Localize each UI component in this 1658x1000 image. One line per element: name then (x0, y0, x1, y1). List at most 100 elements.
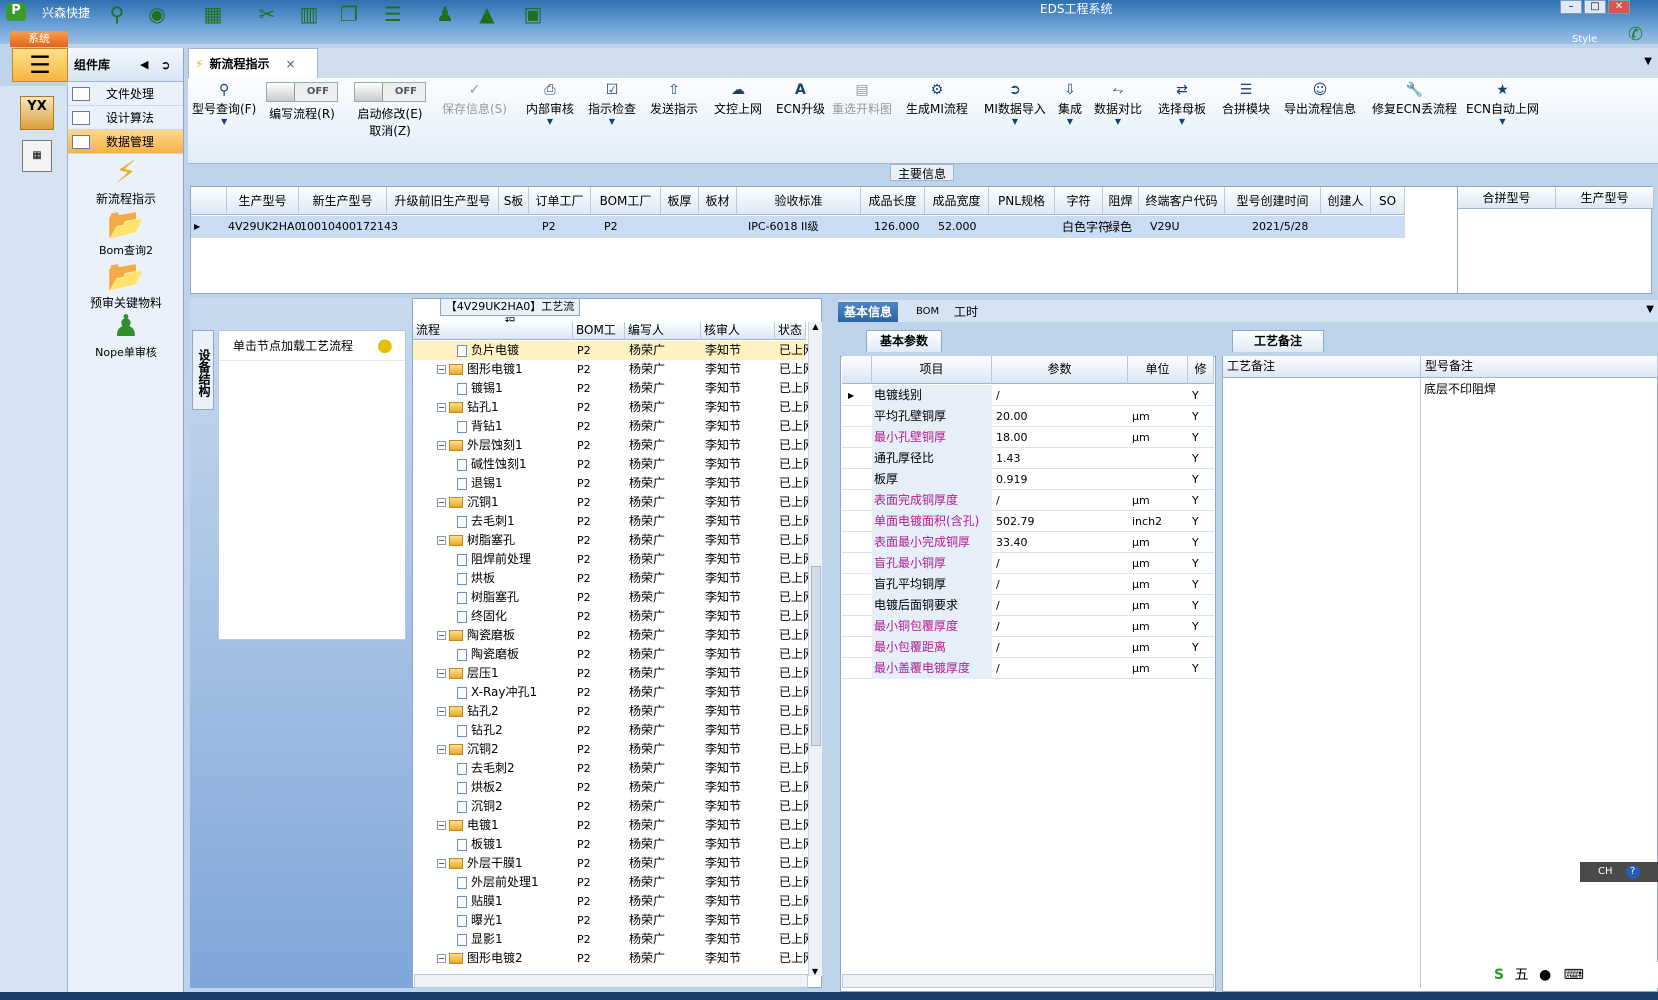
tree-cell[interactable]: 已上网 (779, 911, 809, 930)
param-cell-unit[interactable]: μm (1130, 406, 1188, 427)
column-header[interactable]: 型号创建时间 (1225, 187, 1321, 215)
param-cell-value[interactable]: 502.79 (994, 511, 1128, 532)
tab-work-hours[interactable]: 工时 (948, 302, 984, 322)
param-cell-value[interactable]: / (994, 385, 1128, 406)
tree-cell[interactable]: P2 (577, 436, 629, 455)
start-modify-toggle[interactable]: OFF 启动修改(E) 取消(Z) (354, 82, 426, 139)
tree-cell[interactable]: 李知节 (705, 721, 779, 740)
collapse-icon[interactable]: − (437, 669, 446, 678)
tree-row[interactable]: 终固化 P2杨荣广李知节已上网 (413, 607, 809, 626)
tree-cell[interactable]: 杨荣广 (629, 474, 705, 493)
chevron-down-icon[interactable]: ▼ (1644, 56, 1652, 67)
param-cell-value[interactable]: / (994, 658, 1128, 679)
tree-cell[interactable]: 杨荣广 (629, 740, 705, 759)
tree-row[interactable]: 钻孔2 P2杨荣广李知节已上网 (413, 721, 809, 740)
model-query-button[interactable]: ⚲ 型号查询(F) ▼ (192, 82, 256, 135)
param-row[interactable]: 通孔厚径比 1.43 Y (842, 448, 1214, 469)
column-header[interactable]: 成品宽度 (925, 187, 989, 215)
param-cell-unit[interactable]: μm (1130, 490, 1188, 511)
tree-cell[interactable]: 杨荣广 (629, 797, 705, 816)
param-row[interactable]: 盲孔最小铜厚 / μm Y (842, 553, 1214, 574)
tree-cell[interactable]: 李知节 (705, 930, 779, 949)
tree-cell[interactable]: 李知节 (705, 778, 779, 797)
grid-icon[interactable]: ▦ (200, 2, 226, 26)
mi-import-button[interactable]: ➲ MI数据导入 ▼ (984, 82, 1046, 135)
collapse-icon[interactable]: − (437, 859, 446, 868)
tab-bom[interactable]: BOM (910, 302, 945, 322)
tree-cell[interactable]: 李知节 (705, 360, 779, 379)
monitor-icon[interactable]: ▣ (520, 2, 546, 26)
copy-icon[interactable]: ❐ (336, 2, 362, 26)
tree-cell[interactable]: 杨荣广 (629, 360, 705, 379)
tree-row[interactable]: 树脂塞孔 P2杨荣广李知节已上网 (413, 588, 809, 607)
collapse-icon[interactable]: − (437, 821, 446, 830)
tree-node-name[interactable]: 碱性蚀刻1 (457, 455, 573, 474)
column-header[interactable]: 新生产型号 (299, 187, 387, 215)
tree-cell[interactable]: 杨荣广 (629, 531, 705, 550)
tree-cell[interactable]: 杨荣广 (629, 436, 705, 455)
tree-node-name[interactable]: 烘板2 (457, 778, 573, 797)
ime-tray[interactable]: S 五 ● ⌨ (1490, 962, 1658, 988)
toggle-switch[interactable]: OFF (354, 82, 426, 102)
tree-node-name[interactable]: 陶瓷磨板 (457, 645, 573, 664)
grid-cell[interactable]: IPC-6018 II级 (745, 216, 819, 238)
column-header[interactable]: PNL规格 (989, 187, 1055, 215)
tree-cell[interactable]: P2 (577, 911, 629, 930)
tree-cell[interactable]: P2 (577, 702, 629, 721)
tree-cell[interactable]: 已上网 (779, 531, 809, 550)
param-cell-name[interactable]: 板厚 (872, 469, 992, 490)
grid-cell[interactable]: P2 (539, 216, 556, 238)
pin-icon[interactable]: ➲ (160, 58, 170, 72)
param-row[interactable]: ▶ 电镀线别 / Y (842, 385, 1214, 406)
tree-cell[interactable]: 李知节 (705, 835, 779, 854)
style-menu[interactable]: Style (1572, 34, 1597, 45)
param-cell-value[interactable]: / (994, 553, 1128, 574)
param-row[interactable]: 最小包覆距离 / μm Y (842, 637, 1214, 658)
tree-cell[interactable]: 杨荣广 (629, 930, 705, 949)
tree-cell[interactable]: 已上网 (779, 360, 809, 379)
param-cell-unit[interactable]: μm (1130, 553, 1188, 574)
tool-new-process[interactable]: ⚡ 新流程指示 (68, 156, 184, 207)
collapse-icon[interactable]: − (437, 365, 446, 374)
collapse-icon[interactable]: − (437, 954, 446, 963)
param-row[interactable]: 平均孔壁铜厚 20.00 μm Y (842, 406, 1214, 427)
tree-cell[interactable]: 李知节 (705, 417, 779, 436)
scroll-thumb[interactable] (811, 566, 821, 746)
tree-row[interactable]: 碱性蚀刻1 P2杨荣广李知节已上网 (413, 455, 809, 474)
tree-row[interactable]: 去毛刺1 P2杨荣广李知节已上网 (413, 512, 809, 531)
tree-row[interactable]: − 陶瓷磨板 P2杨荣广李知节已上网 (413, 626, 809, 645)
tree-cell[interactable]: 杨荣广 (629, 493, 705, 512)
tree-row[interactable]: 阻焊前处理 P2杨荣广李知节已上网 (413, 550, 809, 569)
tree-node-name[interactable]: 去毛刺1 (457, 512, 573, 531)
tree-row[interactable]: 曝光1 P2杨荣广李知节已上网 (413, 911, 809, 930)
ecn-upgrade-button[interactable]: A ECN升级 (776, 82, 825, 117)
param-cell-value[interactable]: 1.43 (994, 448, 1128, 469)
tree-cell[interactable]: 李知节 (705, 683, 779, 702)
tree-cell[interactable]: P2 (577, 740, 629, 759)
tree-row[interactable]: − 沉铜1 P2杨荣广李知节已上网 (413, 493, 809, 512)
param-cell-name[interactable]: 表面完成铜厚度 (872, 490, 992, 511)
integrate-button[interactable]: ⇩ 集成 ▼ (1058, 82, 1082, 135)
tree-cell[interactable]: 已上网 (779, 588, 809, 607)
column-header[interactable]: 板材 (699, 187, 737, 215)
param-cell-value[interactable]: / (994, 637, 1128, 658)
tree-cell[interactable]: P2 (577, 398, 629, 417)
param-cell-name[interactable]: 最小孔壁铜厚 (872, 427, 992, 448)
column-header[interactable]: 创建人 (1321, 187, 1371, 215)
tree-cell[interactable]: 已上网 (779, 835, 809, 854)
tree-cell[interactable]: 已上网 (779, 873, 809, 892)
tree-cell[interactable]: 已上网 (779, 341, 809, 360)
grid-cell[interactable]: 白色字符 (1059, 216, 1110, 238)
tree-row[interactable]: − 层压1 P2杨荣广李知节已上网 (413, 664, 809, 683)
param-cell-name[interactable]: 表面最小完成铜厚 (872, 532, 992, 553)
tree-cell[interactable]: P2 (577, 930, 629, 949)
param-cell-name[interactable]: 最小包覆距离 (872, 637, 992, 658)
column-header[interactable]: 单位 (1128, 356, 1188, 384)
column-header[interactable]: SO (1371, 187, 1405, 215)
tree-node-name[interactable]: 显影1 (457, 930, 573, 949)
tree-row[interactable]: 退锡1 P2杨荣广李知节已上网 (413, 474, 809, 493)
target-icon[interactable]: ◉ (144, 2, 170, 26)
tree-row[interactable]: − 钻孔1 P2杨荣广李知节已上网 (413, 398, 809, 417)
cancel-label[interactable]: 取消(Z) (369, 124, 411, 138)
tree-cell[interactable]: 李知节 (705, 949, 779, 968)
